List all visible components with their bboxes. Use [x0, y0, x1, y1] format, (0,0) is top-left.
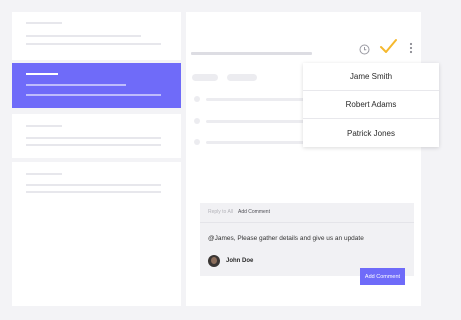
checkmark-icon[interactable] [379, 38, 398, 54]
list-item-title-placeholder [26, 73, 58, 75]
more-vertical-icon[interactable] [406, 41, 416, 54]
list-item-title-placeholder [26, 173, 62, 175]
list-item-line-placeholder [26, 144, 161, 146]
avatar [208, 255, 220, 267]
row-line-placeholder [206, 98, 306, 101]
list-item[interactable] [12, 114, 181, 158]
detail-title-placeholder [191, 52, 312, 55]
list-item-title-placeholder [26, 22, 62, 24]
row-bullet [194, 96, 200, 102]
list-item-line-placeholder [26, 191, 161, 193]
comment-text[interactable]: @James, Please gather details and give u… [208, 235, 364, 242]
tab-reply-to-all[interactable]: Reply to All [208, 209, 233, 215]
row-bullet [194, 139, 200, 145]
tab-add-comment[interactable]: Add Comment [238, 209, 270, 215]
list-item[interactable] [12, 162, 181, 306]
list-item-line-placeholder [26, 137, 161, 139]
list-item-line-placeholder [26, 43, 161, 45]
add-comment-button[interactable]: Add Comment [360, 268, 405, 285]
comment-author-name: John Doe [226, 258, 254, 264]
dropdown-option-jame-smith[interactable]: Jame Smith [303, 63, 439, 91]
row-line-placeholder [206, 141, 306, 144]
assignee-dropdown: Jame Smith Robert Adams Patrick Jones [303, 63, 439, 147]
list-item-line-placeholder [26, 84, 126, 86]
row-bullet [194, 118, 200, 124]
list-item-title-placeholder [26, 125, 62, 127]
dropdown-option-patrick-jones[interactable]: Patrick Jones [303, 119, 439, 147]
clock-icon[interactable] [359, 42, 370, 55]
meta-placeholder [192, 74, 218, 81]
row-line-placeholder [206, 120, 306, 123]
comment-box: Reply to All Add Comment @James, Please … [200, 203, 414, 276]
list-item-line-placeholder [26, 184, 161, 186]
list-item-line-placeholder [26, 94, 161, 96]
list-item[interactable] [12, 12, 181, 60]
dropdown-option-robert-adams[interactable]: Robert Adams [303, 91, 439, 119]
list-item-selected[interactable] [12, 63, 181, 108]
comment-tabs: Reply to All Add Comment [200, 203, 414, 223]
list-item-line-placeholder [26, 35, 141, 37]
meta-placeholder [227, 74, 257, 81]
